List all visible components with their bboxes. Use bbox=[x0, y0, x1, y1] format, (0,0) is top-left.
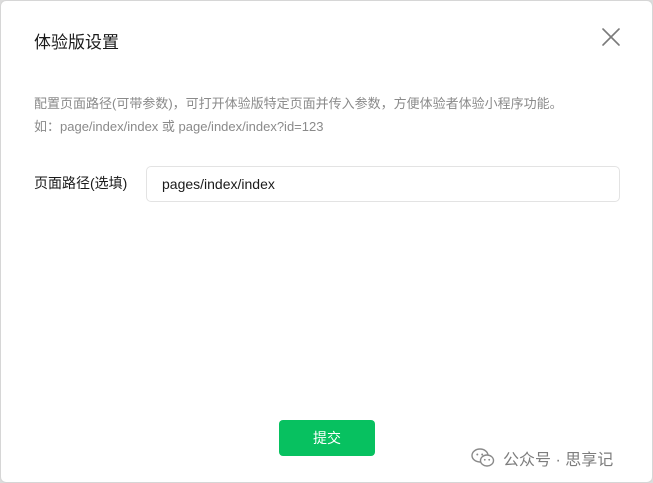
page-path-input[interactable] bbox=[146, 166, 620, 202]
close-icon[interactable] bbox=[599, 25, 623, 49]
dialog-title: 体验版设置 bbox=[34, 33, 119, 52]
experience-version-dialog: 体验版设置 配置页面路径(可带参数)，可打开体验版特定页面并传入参数，方便体验者… bbox=[0, 0, 653, 483]
watermark-text: 公众号 · 思享记 bbox=[503, 452, 614, 469]
dialog-description: 配置页面路径(可带参数)，可打开体验版特定页面并传入参数，方便体验者体验小程序功… bbox=[34, 92, 634, 138]
watermark: 公众号 · 思享记 bbox=[471, 446, 613, 470]
description-line-1: 配置页面路径(可带参数)，可打开体验版特定页面并传入参数，方便体验者体验小程序功… bbox=[34, 96, 563, 111]
wechat-logo-icon bbox=[471, 448, 495, 467]
description-line-2: 如：page/index/index 或 page/index/index?id… bbox=[34, 119, 324, 134]
page-path-label: 页面路径(选填) bbox=[34, 175, 128, 191]
submit-button[interactable]: 提交 bbox=[279, 420, 375, 456]
